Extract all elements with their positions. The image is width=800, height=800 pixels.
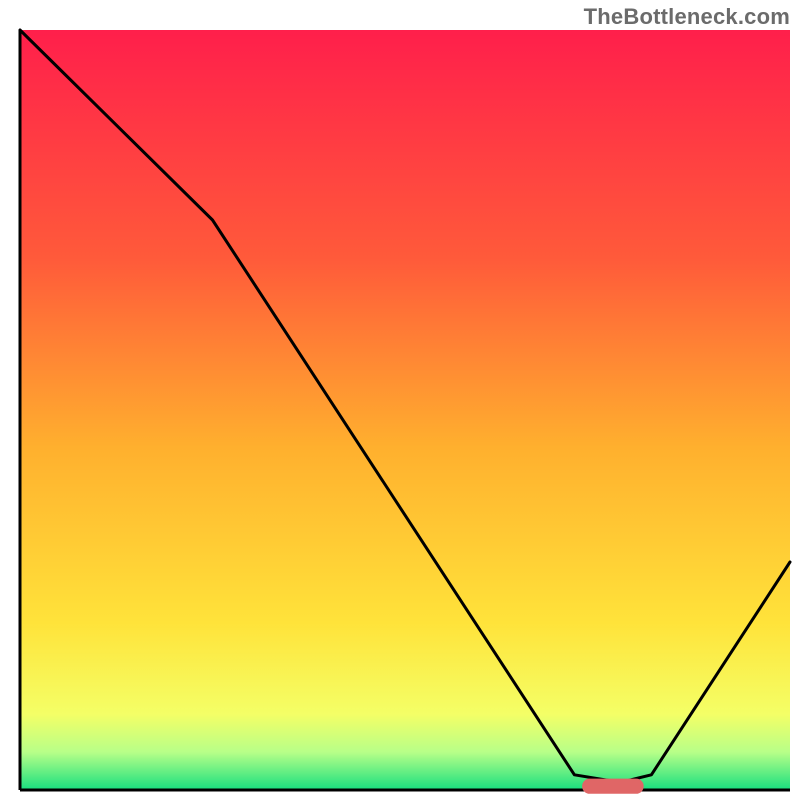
watermark-label: TheBottleneck.com: [584, 4, 790, 30]
chart-stage: TheBottleneck.com: [0, 0, 800, 800]
bottleneck-chart: [0, 0, 800, 800]
optimal-marker: [582, 779, 644, 794]
